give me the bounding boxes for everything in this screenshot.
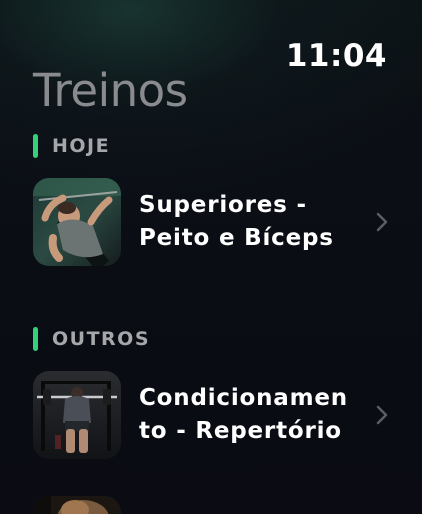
workout-label: Condicionamen to - Repertório — [139, 385, 348, 444]
section-header-others: OUTROS — [33, 326, 150, 352]
section-accent-bar — [33, 134, 38, 158]
squat-rack-photo — [33, 371, 121, 459]
section-header-today: HOJE — [33, 133, 110, 159]
section-accent-bar — [33, 327, 38, 351]
chevron-right-icon — [376, 405, 388, 425]
workout-row-conditioning[interactable]: Condicionamen to - Repertório — [33, 370, 403, 460]
page-title: Treinos — [33, 64, 188, 117]
workout-label: Superiores - Peito e Bíceps — [139, 192, 334, 251]
status-time: 11:04 — [285, 38, 387, 74]
section-label-others: OUTROS — [52, 328, 151, 350]
workout-photo[interactable] — [33, 496, 121, 514]
watch-screen: 11:04 Treinos HOJE Superiores - Peito e … — [0, 0, 422, 514]
workout-row-upper-body[interactable]: Superiores - Peito e Bíceps — [33, 177, 403, 267]
chevron-right-icon — [376, 212, 388, 232]
section-label-today: HOJE — [52, 135, 111, 157]
bench-press-photo — [33, 178, 121, 266]
